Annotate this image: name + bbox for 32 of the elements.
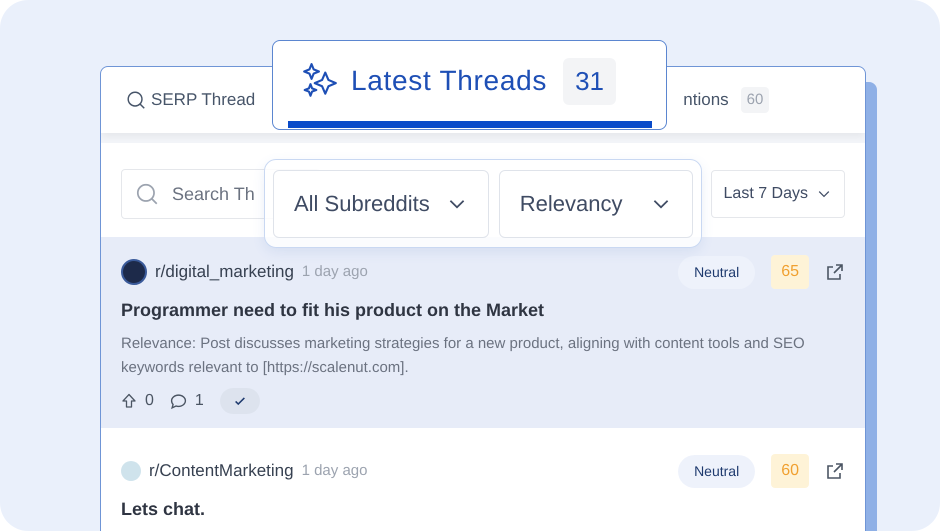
tab[interactable]: Latest Threads 31 [272,40,667,130]
sentiment-badge: Neutral [678,256,756,288]
count-badge: 31 [563,58,616,104]
post-card[interactable] [101,237,865,428]
subreddit-avatar [121,461,141,481]
relevance-text: Relevance: Post discusses marketing strategies for a new product, aligning with content tools and SEO keywords relevant to [https://scalenut.com]. [121,334,806,378]
post-title[interactable]: Lets chat. [121,496,845,523]
upvote-count: 0 [145,391,154,411]
comment-count: 1 [194,391,204,411]
sparkles-icon [301,62,339,100]
subreddit-name[interactable]: r/ContentMarketing [149,458,294,484]
tab[interactable]: ntions 60 [683,86,770,114]
count-badge: 60 [740,86,770,114]
sentiment-badge: Neutral [678,454,756,488]
score-badge: 65 [771,255,809,289]
external-link-icon[interactable] [825,262,845,282]
tab[interactable]: SERP Thread [125,87,256,113]
dropdown[interactable]: All Subreddits [273,170,489,238]
subreddit-avatar [121,259,147,285]
post-title[interactable]: Programmer need to fit his product on the Market [121,297,845,324]
search-icon [134,181,160,207]
upvote-icon [121,393,137,409]
dropdown[interactable]: Last 7 Days [710,170,845,218]
subreddit-name[interactable]: r/digital_marketing [155,259,294,285]
external-link-icon[interactable] [825,461,845,481]
dropdown[interactable]: Relevancy [498,170,693,238]
reviewed-toggle[interactable] [220,388,260,414]
comment-icon [170,392,187,410]
post-time: 1 day ago [302,262,368,282]
search-icon [125,89,147,111]
post-time: 1 day ago [302,460,368,481]
score-badge: 60 [771,454,809,488]
